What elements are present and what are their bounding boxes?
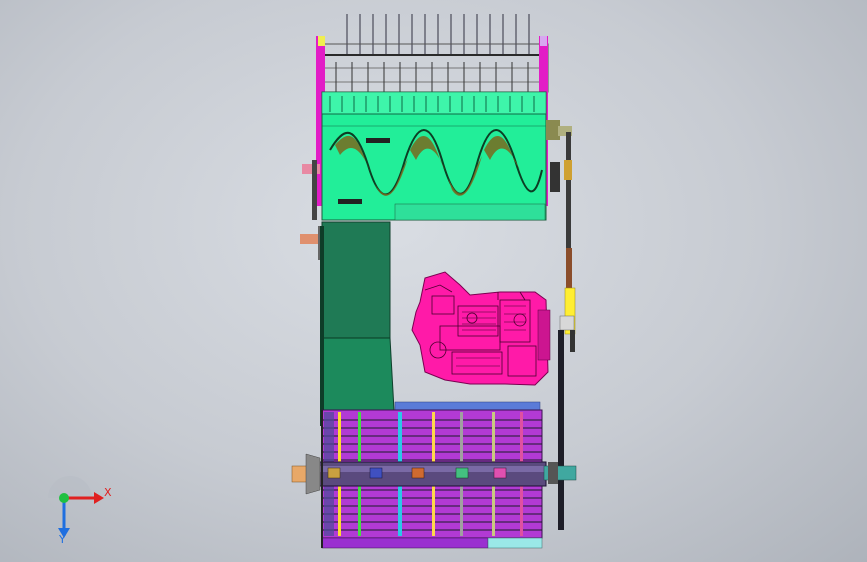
auger-slot-lower bbox=[338, 199, 362, 204]
drive-chain-upper bbox=[566, 132, 571, 252]
origin-dot bbox=[59, 493, 69, 503]
engine-assembly[interactable] bbox=[411, 271, 551, 386]
threshing-drum bbox=[317, 461, 547, 487]
right-hub bbox=[546, 120, 560, 140]
left-shaft-upper bbox=[302, 164, 320, 174]
reel-tines bbox=[346, 14, 530, 55]
bottom-rail bbox=[321, 537, 489, 549]
cad-viewport[interactable]: X Y bbox=[0, 0, 867, 562]
coordinate-triad bbox=[48, 476, 104, 538]
feeder-house[interactable] bbox=[320, 221, 396, 429]
x-axis-label: X bbox=[104, 486, 112, 499]
drive-belt bbox=[558, 330, 564, 530]
assembly-drawing: X Y bbox=[48, 14, 577, 549]
y-axis-label: Y bbox=[58, 533, 66, 546]
auger-slot-upper bbox=[366, 138, 390, 143]
threshing-unit[interactable] bbox=[291, 401, 577, 549]
